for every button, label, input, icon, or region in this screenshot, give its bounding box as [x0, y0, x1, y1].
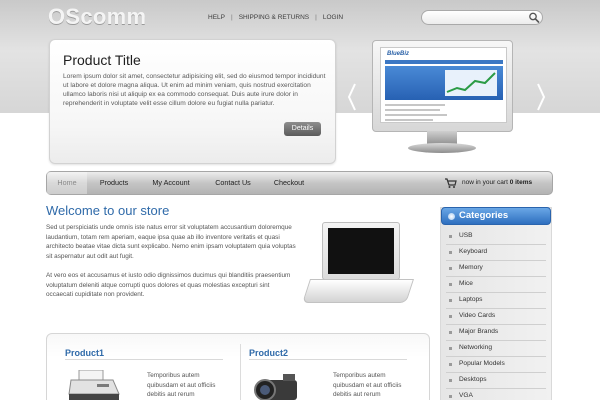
- nav-my-account[interactable]: My Account: [141, 172, 201, 194]
- category-item-major-brands[interactable]: Major Brands: [446, 325, 546, 341]
- category-label: Laptops: [459, 296, 483, 303]
- bullet-icon: [449, 267, 452, 270]
- category-label: Keyboard: [459, 248, 488, 255]
- categories-header: Categories: [441, 207, 551, 225]
- nav-home[interactable]: Home: [47, 172, 87, 194]
- product2-title[interactable]: Product2: [249, 348, 288, 358]
- bullet-icon: [449, 283, 452, 286]
- nav-products[interactable]: Products: [87, 172, 141, 194]
- bullet-icon: [449, 363, 452, 366]
- top-links: HELP | SHIPPING & RETURNS | LOGIN: [208, 14, 343, 21]
- category-item-vga[interactable]: VGA: [446, 389, 546, 400]
- product-description: Lorem ipsum dolor sit amet, consectetur …: [63, 73, 326, 107]
- category-item-video-cards[interactable]: Video Cards: [446, 309, 546, 325]
- link-separator: |: [230, 14, 233, 21]
- category-item-desktops[interactable]: Desktops: [446, 373, 546, 389]
- product-column-divider: [240, 344, 241, 400]
- cart-prefix: now in your cart: [462, 179, 508, 186]
- bullet-icon: [449, 235, 452, 238]
- featured-product-card: Product Title Lorem ipsum dolor sit amet…: [49, 39, 336, 164]
- screen-chart: [445, 70, 497, 96]
- category-item-keyboard[interactable]: Keyboard: [446, 245, 546, 261]
- screen-chart-graphic: [446, 72, 496, 93]
- category-label: Popular Models: [459, 360, 505, 367]
- category-item-mice[interactable]: Mice: [446, 277, 546, 293]
- product1-title[interactable]: Product1: [65, 348, 104, 358]
- main-nav: Home Products My Account Contact Us Chec…: [46, 171, 553, 195]
- category-item-laptops[interactable]: Laptops: [446, 293, 546, 309]
- nav-checkout[interactable]: Checkout: [263, 172, 315, 194]
- bullet-icon: [449, 331, 452, 334]
- products-box: Product1 Temporibus autem quibusdam et a…: [46, 333, 430, 400]
- categories-title: Categories: [459, 210, 509, 221]
- bullet-icon: [449, 395, 452, 398]
- product1-text: Temporibus autem quibusdam et aut offici…: [147, 372, 216, 399]
- shopping-cart-icon[interactable]: [445, 178, 457, 188]
- monitor-image: BlueBiz: [372, 40, 513, 158]
- category-item-networking[interactable]: Networking: [446, 341, 546, 357]
- monitor-screen: BlueBiz: [380, 47, 507, 123]
- category-label: Mice: [459, 280, 473, 287]
- product2-divider: [249, 359, 407, 360]
- slider-prev-arrow-icon[interactable]: [347, 82, 357, 112]
- screen-hero: [385, 66, 503, 100]
- product2-text: Temporibus autem quibusdam et aut offici…: [333, 372, 402, 399]
- search-box: [421, 10, 543, 25]
- category-label: Video Cards: [459, 312, 496, 319]
- bullet-icon: [449, 347, 452, 350]
- nav-contact-us[interactable]: Contact Us: [205, 172, 261, 194]
- login-link[interactable]: LOGIN: [323, 14, 343, 21]
- laptop-lid: [322, 222, 400, 280]
- bullet-icon: [449, 251, 452, 254]
- category-item-popular-models[interactable]: Popular Models: [446, 357, 546, 373]
- laptop-base: [302, 279, 414, 303]
- category-label: VGA: [459, 392, 473, 399]
- laptop-image: [302, 222, 430, 310]
- cart-count: 0 items: [509, 179, 533, 186]
- category-label: Desktops: [459, 376, 487, 383]
- slider-next-arrow-icon[interactable]: [536, 82, 546, 112]
- product-title: Product Title: [63, 52, 141, 68]
- bullet-icon: [449, 315, 452, 318]
- category-label: USB: [459, 232, 473, 239]
- welcome-title: Welcome to our store: [46, 203, 170, 218]
- site-logo[interactable]: OScomm: [48, 4, 146, 30]
- welcome-paragraph-2: At vero eos et accusamus et iusto odio d…: [46, 272, 291, 299]
- screen-nav-strip: [385, 60, 503, 64]
- category-label: Major Brands: [459, 328, 499, 335]
- laptop-screen: [328, 228, 394, 274]
- printer-image-icon[interactable]: [67, 370, 121, 400]
- category-item-memory[interactable]: Memory: [446, 261, 546, 277]
- product1-divider: [65, 359, 223, 360]
- monitor-bezel: BlueBiz: [372, 40, 513, 132]
- category-item-usb[interactable]: USB: [446, 229, 546, 245]
- categories-bullet-icon: [448, 213, 455, 220]
- help-link[interactable]: HELP: [208, 14, 225, 21]
- category-label: Networking: [459, 344, 492, 351]
- search-input[interactable]: [428, 12, 524, 23]
- cart-summary[interactable]: now in your cart 0 items: [462, 172, 532, 194]
- bullet-icon: [449, 299, 452, 302]
- shipping-returns-link[interactable]: SHIPPING & RETURNS: [239, 14, 309, 21]
- camcorder-image-icon[interactable]: [253, 374, 301, 400]
- link-separator: |: [315, 14, 317, 21]
- search-icon[interactable]: [528, 12, 540, 23]
- monitor-base: [408, 143, 476, 153]
- bullet-icon: [449, 379, 452, 382]
- category-label: Memory: [459, 264, 483, 271]
- welcome-paragraph-1: Sed ut perspiciatis unde omnis iste natu…: [46, 224, 296, 260]
- screen-brand: BlueBiz: [387, 51, 410, 57]
- details-button[interactable]: Details: [284, 122, 321, 136]
